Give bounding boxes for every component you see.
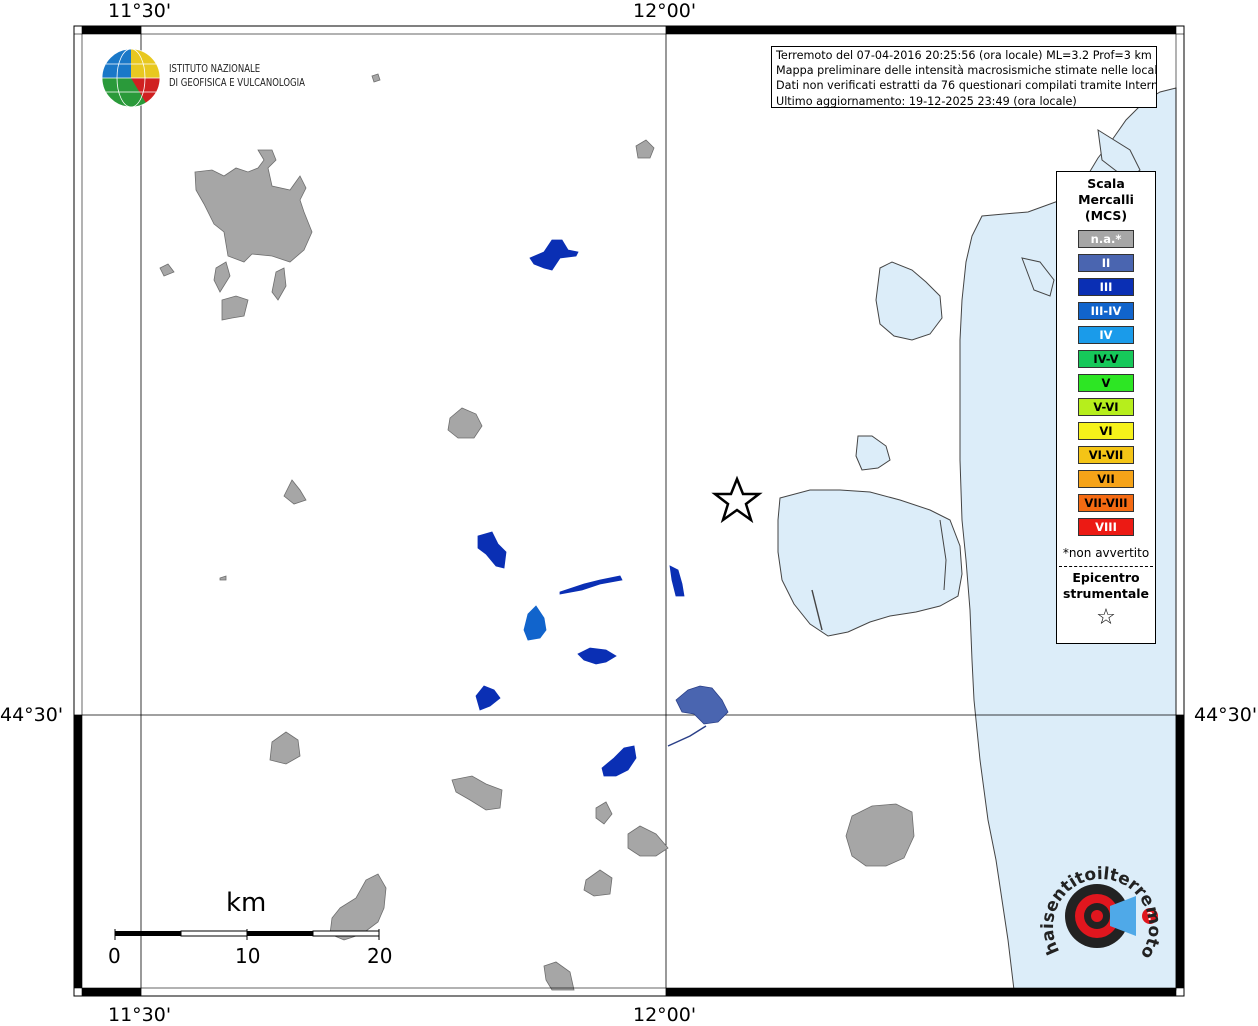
event-info-box: Terremoto del 07-04-2016 20:25:56 (ora l…	[771, 46, 1157, 108]
lat-label-left: 44°30'	[0, 704, 64, 726]
ingv-logo	[101, 48, 161, 108]
legend-title-line: Mercalli	[1078, 192, 1134, 207]
legend-item: III-IV	[1078, 302, 1134, 320]
lat-label-right: 44°30'	[1194, 704, 1258, 726]
legend-epicentre: Epicentro strumentale	[1057, 570, 1155, 602]
town-unfelt	[371, 73, 381, 83]
legend-item: IV	[1078, 326, 1134, 344]
legend-title-line: (MCS)	[1084, 208, 1128, 223]
legend-epicentre-line: Epicentro	[1072, 570, 1140, 585]
legend-note: *non avvertito	[1062, 546, 1150, 560]
mcs-legend: Scala Mercalli (MCS) n.a.* II III III-IV IV I…	[1056, 171, 1156, 644]
scale-unit: km	[226, 888, 267, 918]
legend-item: III	[1078, 278, 1134, 296]
institute-name: ISTITUTO NAZIONALE DI GEOFISICA E VULCAN…	[169, 62, 305, 90]
legend-item: V	[1078, 374, 1134, 392]
info-line: Terremoto del 07-04-2016 20:25:56 (ora l…	[776, 49, 1152, 62]
legend-item: n.a.*	[1078, 230, 1134, 248]
legend-divider	[1059, 566, 1153, 567]
lon-label-bottom-left: 11°30'	[108, 1004, 172, 1026]
legend-item: VI-VII	[1078, 446, 1134, 464]
lon-label-bottom-mid: 12°00'	[633, 1004, 697, 1026]
info-line: Mappa preliminare delle intensità macros…	[776, 64, 1157, 78]
info-line: Ultimo aggiornamento: 19-12-2025 23:49 (…	[776, 94, 1077, 108]
legend-item: II	[1078, 254, 1134, 272]
institute-line1: ISTITUTO NAZIONALE	[169, 62, 261, 75]
scale-tick: 0	[108, 944, 121, 968]
legend-item: VIII	[1078, 518, 1134, 536]
legend-star-icon: ☆	[1096, 605, 1116, 630]
legend-item: VII	[1078, 470, 1134, 488]
legend-title-line: Scala	[1087, 176, 1125, 191]
info-line: Dati non verificati estratti da 76 quest…	[776, 79, 1157, 93]
legend-item: V-VI	[1078, 398, 1134, 416]
scale-tick: 10	[235, 944, 261, 968]
lon-label-top-left: 11°30'	[108, 0, 172, 22]
scale-tick: 20	[367, 944, 393, 968]
legend-item: VII-VIII	[1078, 494, 1134, 512]
legend-title: Scala Mercalli (MCS)	[1057, 176, 1155, 224]
institute-line2: DI GEOFISICA E VULCANOLOGIA	[169, 76, 305, 89]
legend-item: VI	[1078, 422, 1134, 440]
lon-label-top-mid: 12°00'	[633, 0, 697, 22]
legend-item: IV-V	[1078, 350, 1134, 368]
legend-epicentre-line: strumentale	[1062, 586, 1150, 601]
